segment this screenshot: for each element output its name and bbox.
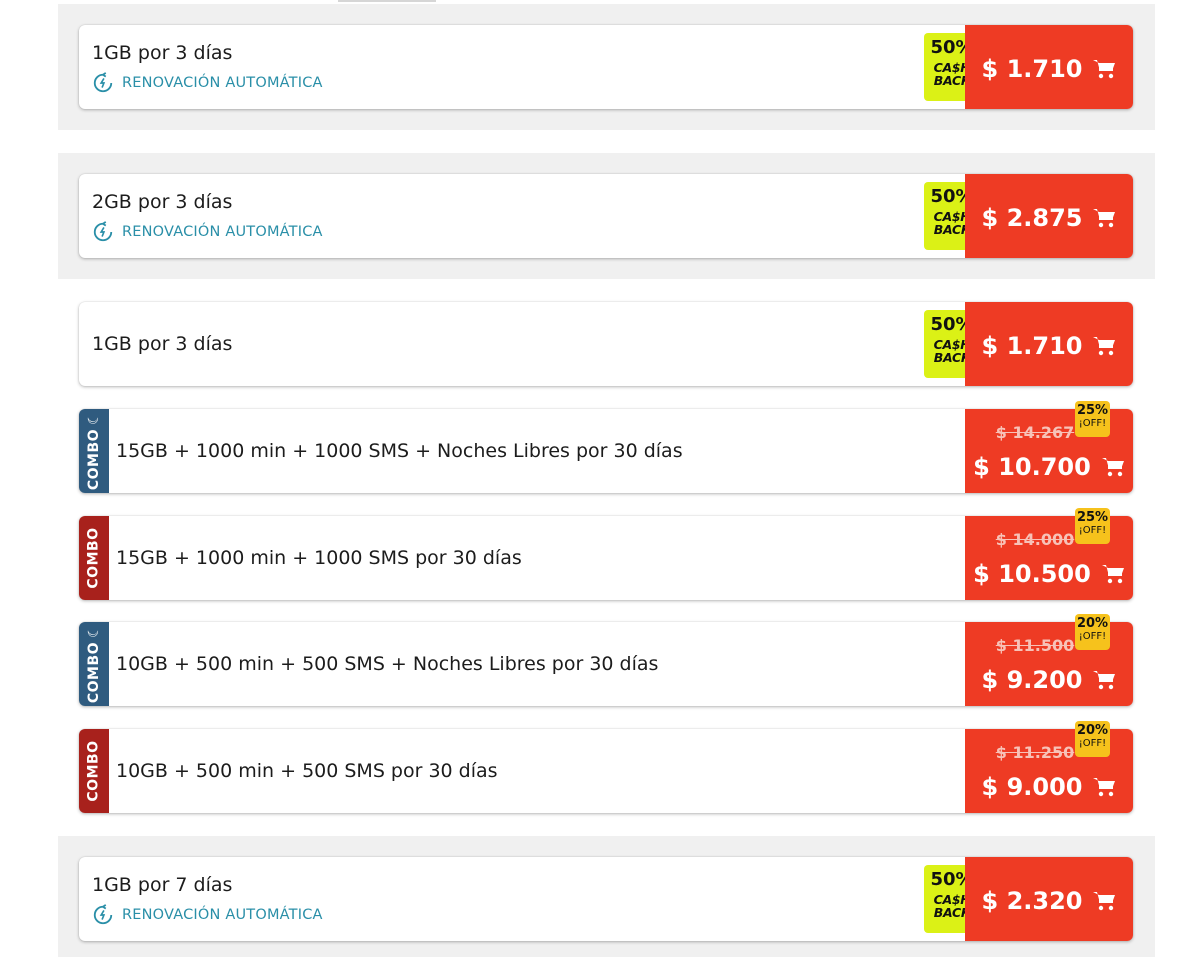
combo-card[interactable]: COMBO ☾ 15GB + 1000 min + 1000 SMS + Noch…	[79, 409, 1133, 493]
combo-title: 10GB + 500 min + 500 SMS + Noches Libres…	[116, 653, 659, 675]
combo-badge-label: COMBO	[86, 527, 102, 589]
combo-title: 10GB + 500 min + 500 SMS por 30 días	[116, 760, 498, 782]
buy-button[interactable]: $ 2.320	[965, 857, 1133, 941]
buy-button[interactable]: $ 1.710	[965, 25, 1133, 109]
discount-badge: 25% ¡OFF!	[1075, 508, 1110, 544]
combo-card[interactable]: COMBO 10GB + 500 min + 500 SMS por 30 dí…	[79, 729, 1133, 813]
renewal-icon	[93, 72, 113, 93]
discount-label: ¡OFF!	[1078, 631, 1107, 642]
price: $ 9.200	[981, 666, 1083, 694]
combo-card[interactable]: COMBO 15GB + 1000 min + 1000 SMS por 30 …	[79, 516, 1133, 600]
combo-badge-label: COMBO	[86, 641, 102, 704]
price: $ 10.500	[973, 560, 1091, 588]
cart-icon	[1101, 565, 1124, 584]
price: $ 1.710	[981, 332, 1083, 360]
cart-icon	[1093, 671, 1116, 690]
discount-percent: 25%	[1076, 403, 1109, 418]
combo-card[interactable]: COMBO ☾ 10GB + 500 min + 500 SMS + Noches…	[79, 622, 1133, 706]
discount-percent: 25%	[1076, 510, 1109, 525]
combo-badge: COMBO ☾	[79, 622, 109, 706]
discount-percent: 20%	[1076, 616, 1109, 631]
price: $ 9.000	[981, 773, 1083, 801]
cart-icon	[1093, 337, 1116, 356]
combo-badge-label: COMBO	[86, 740, 102, 802]
price: $ 2.320	[981, 887, 1083, 915]
renewal-icon	[93, 904, 113, 925]
top-divider	[338, 0, 436, 2]
moon-icon: ☾	[86, 624, 102, 638]
discount-label: ¡OFF!	[1078, 418, 1107, 429]
auto-renewal: RENOVACIÓN AUTOMÁTICA	[92, 904, 323, 926]
plan-card[interactable]: 2GB por 3 días RENOVACIÓN AUTOMÁTICA 50%…	[79, 174, 1133, 258]
buy-button[interactable]: $ 1.710	[965, 302, 1133, 386]
plan-title: 1GB por 7 días	[92, 874, 233, 896]
auto-renewal-label: RENOVACIÓN AUTOMÁTICA	[122, 75, 323, 91]
auto-renewal-label: RENOVACIÓN AUTOMÁTICA	[122, 907, 323, 923]
plan-card[interactable]: 1GB por 3 días RENOVACIÓN AUTOMÁTICA 50%…	[79, 25, 1133, 109]
auto-renewal: RENOVACIÓN AUTOMÁTICA	[92, 221, 323, 243]
buy-button[interactable]: $ 2.875	[965, 174, 1133, 258]
discount-badge: 25% ¡OFF!	[1075, 401, 1110, 437]
cart-icon	[1093, 60, 1116, 79]
auto-renewal: RENOVACIÓN AUTOMÁTICA	[92, 72, 323, 94]
plan-title: 1GB por 3 días	[92, 333, 233, 355]
price: $ 2.875	[981, 204, 1083, 232]
combo-badge: COMBO	[79, 729, 109, 813]
cart-icon	[1093, 778, 1116, 797]
auto-renewal-label: RENOVACIÓN AUTOMÁTICA	[122, 224, 323, 240]
cart-icon	[1093, 892, 1116, 911]
plan-card[interactable]: 1GB por 7 días RENOVACIÓN AUTOMÁTICA 50%…	[79, 857, 1133, 941]
cart-icon	[1101, 458, 1124, 477]
plan-card[interactable]: 1GB por 3 días 50% CA$H BACK $ 1.710	[79, 302, 1133, 386]
discount-badge: 20% ¡OFF!	[1075, 721, 1110, 757]
price: $ 10.700	[973, 453, 1091, 481]
discount-label: ¡OFF!	[1078, 738, 1107, 749]
combo-badge-label: COMBO	[86, 428, 102, 491]
discount-badge: 20% ¡OFF!	[1075, 614, 1110, 650]
plan-title: 2GB por 3 días	[92, 191, 233, 213]
combo-badge: COMBO ☾	[79, 409, 109, 493]
moon-icon: ☾	[86, 411, 102, 425]
discount-label: ¡OFF!	[1078, 525, 1107, 536]
combo-title: 15GB + 1000 min + 1000 SMS + Noches Libr…	[116, 440, 683, 462]
combo-title: 15GB + 1000 min + 1000 SMS por 30 días	[116, 547, 522, 569]
plan-title: 1GB por 3 días	[92, 42, 233, 64]
renewal-icon	[93, 221, 113, 242]
price: $ 1.710	[981, 55, 1083, 83]
discount-percent: 20%	[1076, 723, 1109, 738]
cart-icon	[1093, 209, 1116, 228]
combo-badge: COMBO	[79, 516, 109, 600]
